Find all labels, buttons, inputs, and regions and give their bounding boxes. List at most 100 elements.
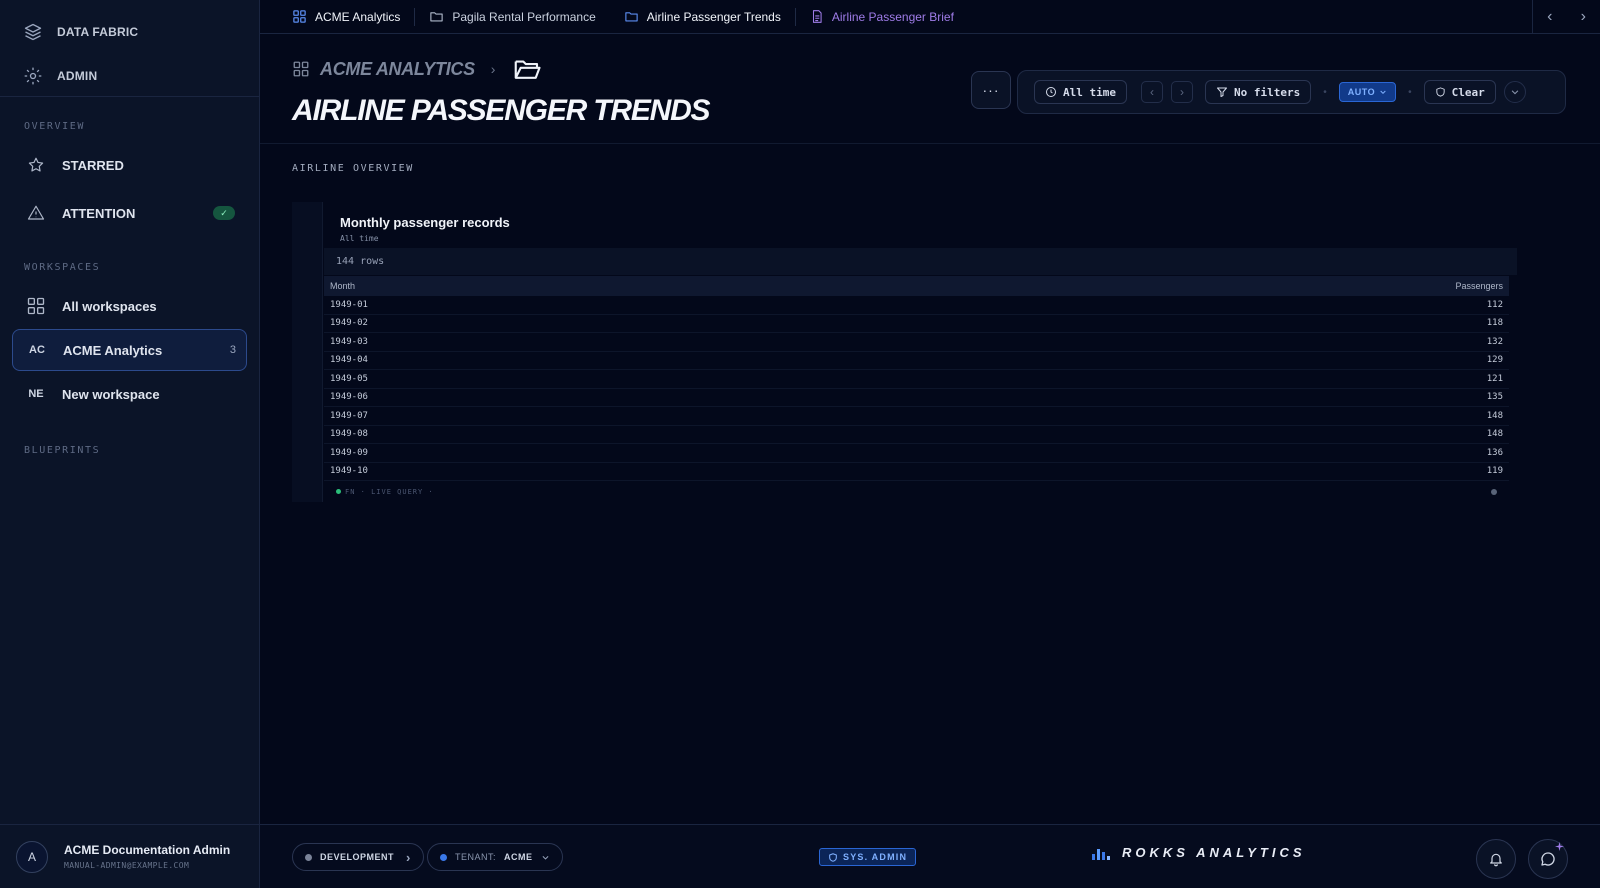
star-icon: [26, 156, 46, 174]
layers-icon: [23, 22, 43, 42]
user-name: ACME Documentation Admin: [64, 843, 231, 857]
chevron-right-icon: ›: [490, 61, 496, 77]
clear-label: Clear: [1451, 85, 1485, 99]
chevron-down-icon: [1379, 88, 1387, 96]
section-overview: OVERVIEW: [24, 121, 85, 132]
card-subtitle: All time: [340, 234, 379, 243]
row-count: 144 rows: [324, 248, 1517, 275]
tab-airline-passenger-trends[interactable]: Airline Passenger Trends: [610, 0, 795, 34]
cell-month: 1949-03: [330, 336, 368, 347]
chevron-right-icon: ›: [406, 849, 411, 865]
tab-acme-analytics[interactable]: ACME Analytics: [260, 0, 414, 34]
chevron-right-icon: ›: [1179, 85, 1184, 99]
resize-handle[interactable]: [1491, 489, 1497, 495]
expand-filters-button[interactable]: [1503, 81, 1526, 103]
sidebar-item-new-workspace[interactable]: NE New workspace: [12, 373, 247, 415]
data-table: Month Passengers 1949-01 112 1949-02 118 194…: [324, 276, 1509, 481]
cell-month: 1949-10: [330, 466, 368, 477]
table-row[interactable]: 1949-06 135: [324, 389, 1509, 407]
sidebar-item-acme-analytics[interactable]: AC ACME Analytics 3: [12, 329, 247, 371]
card-drag-rail[interactable]: [292, 202, 323, 502]
shield-icon: [1435, 86, 1446, 98]
notifications-button[interactable]: [1476, 839, 1516, 879]
cell-month: 1949-06: [330, 392, 368, 403]
environment-label: DEVELOPMENT: [320, 852, 395, 862]
chat-icon: [1539, 850, 1557, 868]
tab-label: Airline Passenger Brief: [831, 9, 954, 24]
sidebar-item-data-fabric[interactable]: DATA FABRIC: [0, 10, 259, 54]
breadcrumb-workspace[interactable]: ACME ANALYTICS: [320, 59, 475, 80]
chat-button[interactable]: [1528, 839, 1568, 879]
sidebar-item-all-workspaces[interactable]: All workspaces: [12, 285, 247, 327]
table-row[interactable]: 1949-10 119: [324, 463, 1509, 481]
table-row[interactable]: 1949-07 148: [324, 407, 1509, 426]
table-header: Month Passengers: [324, 276, 1509, 296]
tab-scroll-controls: ‹ ›: [1532, 0, 1600, 34]
cell-passengers: 135: [1486, 392, 1503, 403]
role-badge: SYS. ADMIN: [819, 848, 917, 866]
cell-passengers: 119: [1486, 466, 1503, 477]
auto-label: AUTO: [1347, 87, 1376, 97]
bell-icon: [1488, 851, 1504, 867]
tenant-selector[interactable]: TENANT: ACME: [427, 843, 563, 871]
workspace-abbr: NE: [28, 388, 44, 400]
table-row[interactable]: 1949-03 132: [324, 333, 1509, 352]
cell-month: 1949-08: [330, 429, 368, 440]
chevron-down-icon: [1510, 87, 1520, 97]
tab-label: ACME Analytics: [315, 9, 401, 24]
grid-icon: [292, 9, 307, 24]
live-query-label: FN · LIVE QUERY ·: [345, 488, 434, 496]
chevron-left-icon[interactable]: ‹: [1547, 8, 1552, 26]
cell-month: 1949-04: [330, 355, 368, 366]
auto-refresh-toggle[interactable]: AUTO: [1338, 82, 1397, 102]
table-row[interactable]: 1949-01 112: [324, 296, 1509, 315]
previous-period-button[interactable]: ‹: [1140, 81, 1163, 103]
user-profile[interactable]: A ACME Documentation Admin MANUAL-ADMIN@…: [0, 824, 260, 888]
sidebar: DATA FABRIC ADMIN OVERVIEW STARRED ATTEN…: [0, 0, 260, 888]
tab-bar: ACME Analytics Pagila Rental Performance…: [260, 0, 1600, 34]
sidebar-item-label: DATA FABRIC: [57, 25, 139, 39]
card-footer: FN · LIVE QUERY ·: [324, 485, 1509, 499]
column-header-month[interactable]: Month: [330, 281, 355, 291]
cell-passengers: 148: [1486, 429, 1503, 440]
sidebar-item-label: STARRED: [62, 157, 124, 173]
tab-label: Airline Passenger Trends: [646, 9, 781, 24]
next-period-button[interactable]: ›: [1170, 81, 1193, 103]
table-row[interactable]: 1949-09 136: [324, 444, 1509, 463]
table-row[interactable]: 1949-04 129: [324, 352, 1509, 370]
cell-month: 1949-02: [330, 318, 368, 329]
status-dot: [440, 853, 447, 861]
folder-icon: [624, 9, 639, 24]
filters-button[interactable]: No filters: [1204, 80, 1312, 104]
filters-label: No filters: [1233, 85, 1301, 99]
cell-passengers: 148: [1486, 410, 1503, 421]
column-header-passengers[interactable]: Passengers: [1455, 281, 1503, 291]
sidebar-item-label: New workspace: [62, 386, 160, 402]
filter-bar: All time ‹ › No filters • AUTO • Clear: [1017, 70, 1566, 114]
status-dot: [305, 853, 312, 861]
table-row[interactable]: 1949-05 121: [324, 370, 1509, 389]
avatar: A: [16, 840, 48, 873]
cell-month: 1949-09: [330, 447, 368, 458]
sidebar-item-attention[interactable]: ATTENTION ✓: [12, 192, 247, 234]
table-row[interactable]: 1949-02 118: [324, 315, 1509, 333]
tab-airline-passenger-brief[interactable]: Airline Passenger Brief: [796, 0, 968, 34]
bar-chart-icon: [1092, 846, 1110, 860]
separator-dot: •: [1323, 86, 1327, 98]
cell-passengers: 129: [1486, 355, 1503, 366]
clear-button[interactable]: Clear: [1423, 80, 1496, 104]
environment-selector[interactable]: DEVELOPMENT ›: [292, 843, 424, 871]
sidebar-item-label: ATTENTION: [62, 205, 136, 221]
sidebar-item-starred[interactable]: STARRED: [12, 144, 247, 186]
table-row[interactable]: 1949-08 148: [324, 426, 1509, 444]
cell-passengers: 121: [1486, 373, 1503, 384]
live-query-status: FN · LIVE QUERY ·: [336, 488, 434, 496]
tab-pagila-rental-performance[interactable]: Pagila Rental Performance: [415, 0, 609, 34]
chevron-right-icon[interactable]: ›: [1581, 8, 1586, 26]
sidebar-item-admin[interactable]: ADMIN: [0, 54, 259, 98]
more-options-button[interactable]: ···: [971, 71, 1011, 109]
time-range-button[interactable]: All time: [1034, 80, 1127, 104]
workspace-abbr: AC: [29, 344, 45, 356]
table-card: Monthly passenger records All time 144 r…: [292, 202, 1517, 502]
time-range-label: All time: [1063, 85, 1116, 99]
